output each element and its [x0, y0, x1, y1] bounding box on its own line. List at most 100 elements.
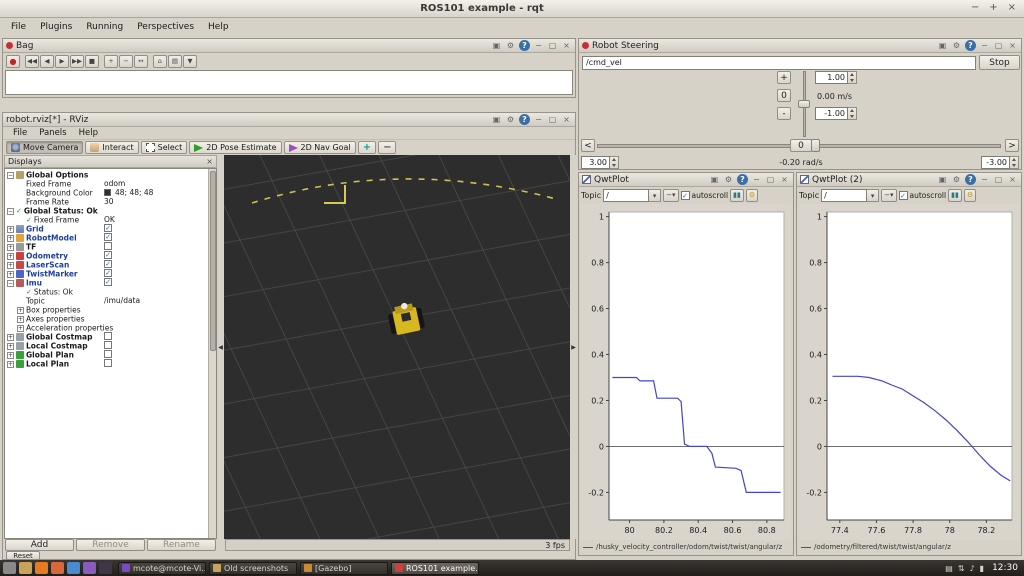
- stop-button[interactable]: ■: [85, 55, 99, 68]
- volume-icon[interactable]: ♪: [970, 564, 975, 573]
- keyboard-indicator-icon[interactable]: ▤: [945, 564, 953, 573]
- add-tool-button[interactable]: +: [358, 141, 376, 154]
- stop-button[interactable]: Stop: [979, 55, 1020, 70]
- minimize-icon[interactable]: −: [533, 40, 544, 51]
- close-icon[interactable]: ×: [206, 157, 213, 166]
- right-splitter[interactable]: ▶: [570, 155, 577, 539]
- tree-expander-icon[interactable]: +: [17, 316, 24, 323]
- reset-button[interactable]: Reset: [6, 551, 40, 560]
- displays-tree-row[interactable]: Background Color48; 48; 48: [5, 188, 216, 197]
- taskbar-window-button[interactable]: [Gazebo]: [300, 562, 388, 575]
- rviz-menu-panels[interactable]: Panels: [33, 127, 72, 139]
- spin-up-icon[interactable]: [850, 109, 854, 112]
- displays-panel-header[interactable]: Displays ×: [4, 155, 217, 168]
- minimize-icon[interactable]: −: [533, 114, 544, 125]
- rviz-menu-file[interactable]: File: [7, 127, 33, 139]
- linear-increase-button[interactable]: +: [777, 71, 791, 84]
- select-tool-button[interactable]: Select: [141, 141, 188, 154]
- display-checkbox[interactable]: ✓: [104, 233, 112, 241]
- close-icon[interactable]: ×: [1007, 40, 1018, 51]
- rviz-menu-help[interactable]: Help: [73, 127, 104, 139]
- pause-button[interactable]: ▮▮: [948, 189, 962, 202]
- displays-tree-row[interactable]: Topic/imu/data: [5, 296, 216, 305]
- clock[interactable]: 12:30: [992, 563, 1018, 573]
- maximize-icon[interactable]: ▢: [765, 174, 776, 185]
- slider-handle[interactable]: [798, 100, 810, 108]
- maximize-icon[interactable]: ▢: [993, 174, 1004, 185]
- display-checkbox[interactable]: [104, 242, 112, 250]
- close-button[interactable]: ×: [1008, 2, 1016, 13]
- tree-expander-icon[interactable]: +: [17, 325, 24, 332]
- settings-icon[interactable]: ⚙: [951, 174, 962, 185]
- tree-expander-icon[interactable]: +: [7, 262, 14, 269]
- spin-arrows[interactable]: [1010, 156, 1019, 169]
- slider-handle[interactable]: [811, 139, 820, 152]
- menu-file[interactable]: File: [4, 20, 33, 34]
- angular-min-spinbox[interactable]: -3.00: [981, 156, 1019, 169]
- window-titlebar[interactable]: ROS101 example - rqt − + ×: [0, 0, 1024, 18]
- displays-tree[interactable]: −Global OptionsFixed FrameodomBackground…: [4, 168, 217, 539]
- settings-icon[interactable]: ⚙: [951, 40, 962, 51]
- topic-input[interactable]: /: [821, 189, 867, 202]
- menu-perspectives[interactable]: Perspectives: [130, 20, 201, 34]
- move-camera-tool-button[interactable]: Move Camera: [6, 141, 83, 154]
- minimize-icon[interactable]: −: [979, 174, 990, 185]
- displays-tree-row[interactable]: +Box properties: [5, 305, 216, 314]
- linear-zero-button[interactable]: 0: [777, 89, 791, 102]
- displays-tree-row[interactable]: +Global Plan: [5, 350, 216, 359]
- remove-topic-button[interactable]: −▾: [881, 189, 896, 202]
- network-icon[interactable]: ⇅: [958, 564, 965, 573]
- play-button[interactable]: ▶: [55, 55, 69, 68]
- chevron-down-icon[interactable]: ▾: [649, 189, 661, 202]
- chevron-down-icon[interactable]: ▾: [867, 189, 879, 202]
- display-checkbox[interactable]: ✓: [104, 269, 112, 277]
- menu-plugins[interactable]: Plugins: [33, 20, 79, 34]
- plot-options-button[interactable]: ⚙: [964, 189, 976, 202]
- displays-tree-row[interactable]: +TF: [5, 242, 216, 251]
- record-button[interactable]: ●: [6, 55, 20, 68]
- bag-timeline-area[interactable]: [5, 70, 573, 95]
- plot-area[interactable]: [827, 212, 1012, 520]
- plot-options-button[interactable]: ⚙: [746, 189, 758, 202]
- display-checkbox[interactable]: [104, 341, 112, 349]
- linear-velocity-slider[interactable]: [798, 71, 810, 137]
- step-forward-button[interactable]: ▶▶: [70, 55, 84, 68]
- remove-display-button[interactable]: Remove: [76, 539, 145, 551]
- nav-goal-tool-button[interactable]: 2D Nav Goal: [284, 141, 356, 154]
- tree-expander-icon[interactable]: −: [7, 172, 14, 179]
- thumbnails-button[interactable]: ▤: [168, 55, 182, 68]
- spin-value[interactable]: -3.00: [981, 156, 1010, 169]
- linear-max-spinbox[interactable]: 1.00: [815, 71, 857, 84]
- menu-help[interactable]: Help: [201, 20, 236, 34]
- undock-icon[interactable]: ▣: [709, 174, 720, 185]
- angular-zero-button[interactable]: 0: [790, 139, 812, 152]
- taskbar-window-button[interactable]: ROS101 example...: [391, 562, 479, 575]
- displays-tree-row[interactable]: Frame Rate30: [5, 197, 216, 206]
- displays-tree-row[interactable]: +Global Costmap: [5, 332, 216, 341]
- display-checkbox[interactable]: ✓: [104, 251, 112, 259]
- undock-icon[interactable]: ▣: [491, 114, 502, 125]
- minimize-icon[interactable]: −: [979, 40, 990, 51]
- close-icon[interactable]: ×: [561, 114, 572, 125]
- spin-down-icon[interactable]: [1012, 164, 1016, 167]
- viewport-canvas[interactable]: [224, 155, 570, 539]
- taskbar-window-button[interactable]: Old screenshots: [209, 562, 297, 575]
- maximize-icon[interactable]: ▢: [547, 40, 558, 51]
- close-icon[interactable]: ×: [561, 40, 572, 51]
- help-icon[interactable]: ?: [965, 174, 976, 185]
- display-checkbox[interactable]: ✓: [104, 224, 112, 232]
- tree-expander-icon[interactable]: +: [7, 271, 14, 278]
- tree-expander-icon[interactable]: +: [7, 244, 14, 251]
- autoscroll-checkbox[interactable]: ✓: [899, 191, 908, 200]
- software-center-launcher-icon[interactable]: [51, 562, 64, 574]
- spin-up-icon[interactable]: [850, 73, 854, 76]
- begin-button[interactable]: ◀◀: [25, 55, 39, 68]
- home-button[interactable]: ⌂: [153, 55, 167, 68]
- files-launcher-icon[interactable]: [19, 562, 32, 574]
- zoom-in-button[interactable]: +: [104, 55, 118, 68]
- spin-value[interactable]: 1.00: [815, 71, 848, 84]
- undock-icon[interactable]: ▣: [491, 40, 502, 51]
- display-checkbox[interactable]: ✓: [104, 260, 112, 268]
- displays-tree-row[interactable]: +TwistMarker✓: [5, 269, 216, 278]
- plot-area[interactable]: [609, 212, 784, 520]
